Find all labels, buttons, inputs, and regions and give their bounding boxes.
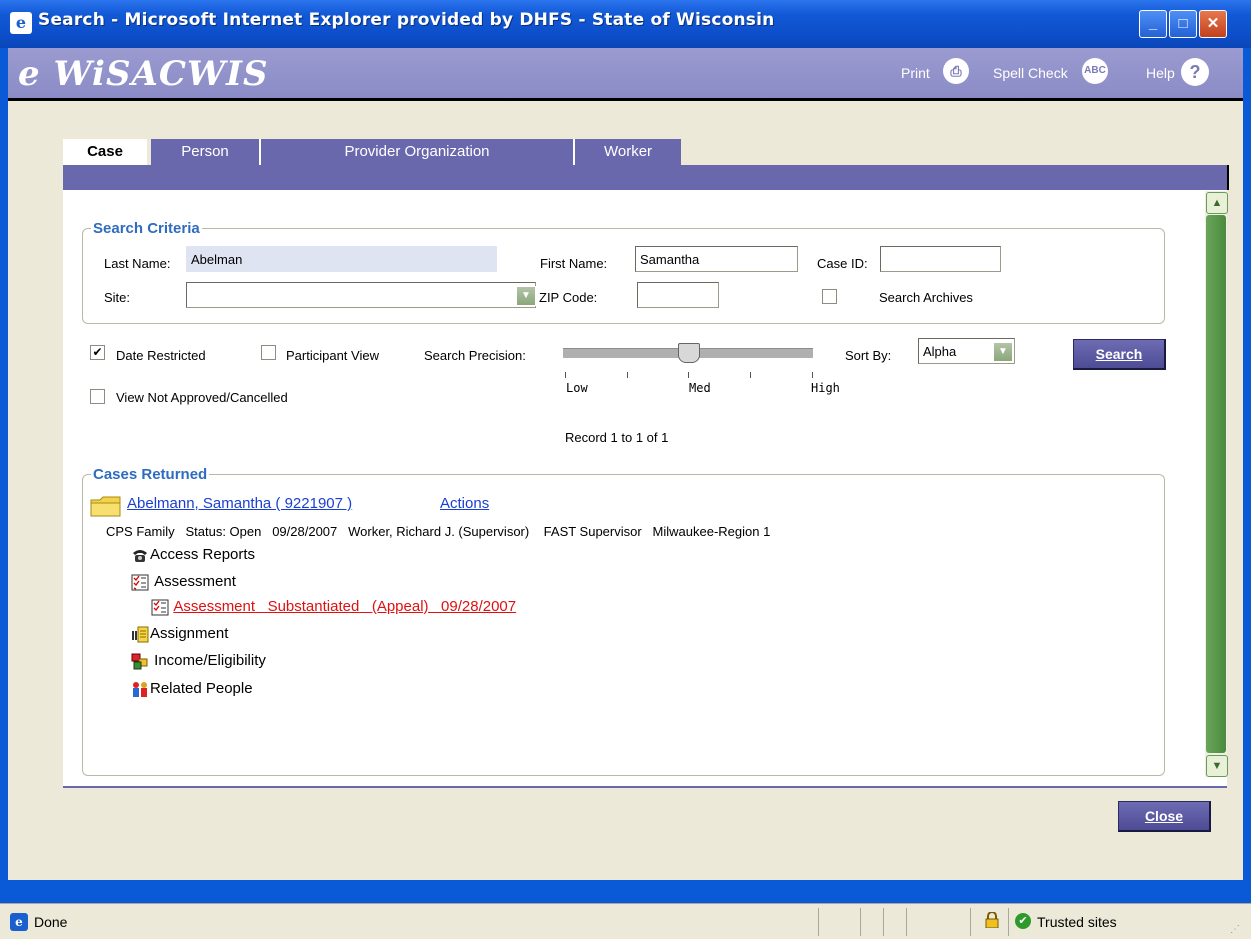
resize-grip-icon[interactable]: ⋰ xyxy=(1230,924,1240,935)
search-button[interactable]: Search xyxy=(1073,339,1166,370)
question-icon[interactable]: ? xyxy=(1181,58,1209,86)
first-name-field[interactable]: Samantha xyxy=(635,246,798,272)
tab-provider-organization[interactable]: Provider Organization xyxy=(261,139,575,165)
site-select[interactable] xyxy=(186,282,536,308)
participant-view-checkbox[interactable] xyxy=(261,345,276,360)
status-sep-5 xyxy=(970,908,971,936)
view-not-approved-checkbox[interactable] xyxy=(90,389,105,404)
search-criteria-group: Search Criteria xyxy=(82,220,1165,324)
participant-view-label: Participant View xyxy=(286,348,379,363)
case-date: 09/28/2007 xyxy=(272,524,338,539)
scroll-up-icon[interactable]: ▲ xyxy=(1206,192,1228,214)
zip-code-label: ZIP Code: xyxy=(539,290,598,305)
record-count: Record 1 to 1 of 1 xyxy=(565,430,669,445)
income-icon xyxy=(131,653,149,670)
view-not-approved-label: View Not Approved/Cancelled xyxy=(116,390,288,405)
checklist-icon xyxy=(131,574,149,591)
app-logo: e WiSACWIS xyxy=(18,54,269,94)
actions-link[interactable]: Actions xyxy=(440,495,489,512)
case-id-field[interactable] xyxy=(880,246,1001,272)
date-restricted-label: Date Restricted xyxy=(116,348,206,363)
tab-person[interactable]: Person xyxy=(151,139,261,165)
print-link[interactable]: Print xyxy=(901,65,930,81)
tick-low xyxy=(565,372,566,378)
trusted-check-icon: ✔ xyxy=(1015,913,1031,929)
tree-assignment[interactable]: Assignment xyxy=(131,625,228,643)
scroll-down-icon[interactable]: ▼ xyxy=(1206,755,1228,777)
tree-access-reports[interactable]: Access Reports xyxy=(131,546,255,564)
security-zone: Trusted sites xyxy=(1037,914,1117,930)
site-label: Site: xyxy=(104,290,131,305)
tree-related-people[interactable]: Related People xyxy=(131,680,253,698)
abc-check-icon[interactable]: ABC xyxy=(1082,58,1108,84)
status-bar: e Done ✔ Trusted sites ⋰ xyxy=(0,903,1251,939)
ie-page-icon: e xyxy=(10,913,28,931)
tree-assessment[interactable]: Assessment xyxy=(131,573,236,591)
last-name-label: Last Name: xyxy=(104,256,171,271)
lock-icon xyxy=(985,911,999,929)
slider-knob[interactable] xyxy=(678,343,700,363)
tick-4 xyxy=(750,372,751,378)
browser-window: e Search - Microsoft Internet Explorer p… xyxy=(0,0,1251,939)
help-link[interactable]: Help xyxy=(1146,65,1175,81)
vertical-scrollbar[interactable]: ▲ ▼ xyxy=(1205,191,1228,777)
tree-income-eligibility[interactable]: Income/Eligibility xyxy=(131,652,266,670)
case-id-label: Case ID: xyxy=(817,256,868,271)
minimize-icon[interactable]: _ xyxy=(1139,10,1167,38)
tab-strip xyxy=(63,165,1229,190)
spell-check-link[interactable]: Spell Check xyxy=(993,65,1068,81)
precision-high-label: High xyxy=(811,381,840,395)
close-button[interactable]: Close xyxy=(1118,801,1211,832)
close-icon[interactable]: ✕ xyxy=(1199,10,1227,38)
date-restricted-checkbox[interactable]: ✔ xyxy=(90,345,105,360)
status-sep-3 xyxy=(883,908,884,936)
people-icon xyxy=(131,681,149,698)
search-precision-label: Search Precision: xyxy=(424,348,526,363)
precision-med-label: Med xyxy=(689,381,711,395)
app-header: e WiSACWIS Print ⎙ Spell Check ABC Help … xyxy=(8,48,1243,101)
search-archives-checkbox[interactable] xyxy=(822,289,837,304)
first-name-label: First Name: xyxy=(540,256,608,271)
case-type: CPS Family xyxy=(106,524,175,539)
precision-low-label: Low xyxy=(566,381,588,395)
case-status: Status: Open xyxy=(185,524,262,539)
ie-icon: e xyxy=(10,12,32,34)
tab-case[interactable]: Case xyxy=(63,139,147,165)
search-archives-label: Search Archives xyxy=(879,290,973,305)
maximize-icon[interactable]: □ xyxy=(1169,10,1197,38)
assignment-icon xyxy=(131,626,149,643)
status-sep-4 xyxy=(906,908,907,936)
case-role: FAST Supervisor xyxy=(543,524,642,539)
printer-icon[interactable]: ⎙ xyxy=(943,58,969,84)
folder-icon xyxy=(90,496,122,521)
assessment-sub-link[interactable]: Assessment Substantiated (Appeal) 09/28/… xyxy=(173,598,516,615)
chevron-down-icon[interactable]: ▼ xyxy=(516,286,536,306)
cases-returned-legend: Cases Returned xyxy=(93,466,208,483)
window-title: Search - Microsoft Internet Explorer pro… xyxy=(38,10,775,30)
tick-2 xyxy=(627,372,628,378)
telephone-icon xyxy=(131,547,149,564)
search-criteria-legend: Search Criteria xyxy=(93,220,200,237)
tick-med xyxy=(688,372,689,378)
cases-returned-group: Cases Returned xyxy=(82,466,1165,776)
case-link[interactable]: Abelmann, Samantha ( 9221907 ) xyxy=(127,495,352,512)
sort-by-label: Sort By: xyxy=(845,348,892,363)
last-name-field[interactable]: Abelman xyxy=(186,246,497,272)
sort-chevron-down-icon[interactable]: ▼ xyxy=(993,342,1013,362)
title-bar: e Search - Microsoft Internet Explorer p… xyxy=(0,0,1251,48)
zip-code-field[interactable] xyxy=(637,282,719,308)
case-details-row: CPS Family Status: Open 09/28/2007 Worke… xyxy=(106,524,770,539)
status-sep-2 xyxy=(860,908,861,936)
status-text: Done xyxy=(34,914,68,930)
scroll-thumb[interactable] xyxy=(1206,215,1226,753)
checklist-icon xyxy=(151,599,169,616)
status-sep-1 xyxy=(818,908,819,936)
case-worker: Worker, Richard J. (Supervisor) xyxy=(348,524,530,539)
case-region: Milwaukee-Region 1 xyxy=(652,524,771,539)
tick-high xyxy=(812,372,813,378)
tab-worker[interactable]: Worker xyxy=(575,139,681,165)
status-sep-6 xyxy=(1008,908,1009,936)
tree-assessment-substantiated[interactable]: Assessment Substantiated (Appeal) 09/28/… xyxy=(151,598,516,616)
